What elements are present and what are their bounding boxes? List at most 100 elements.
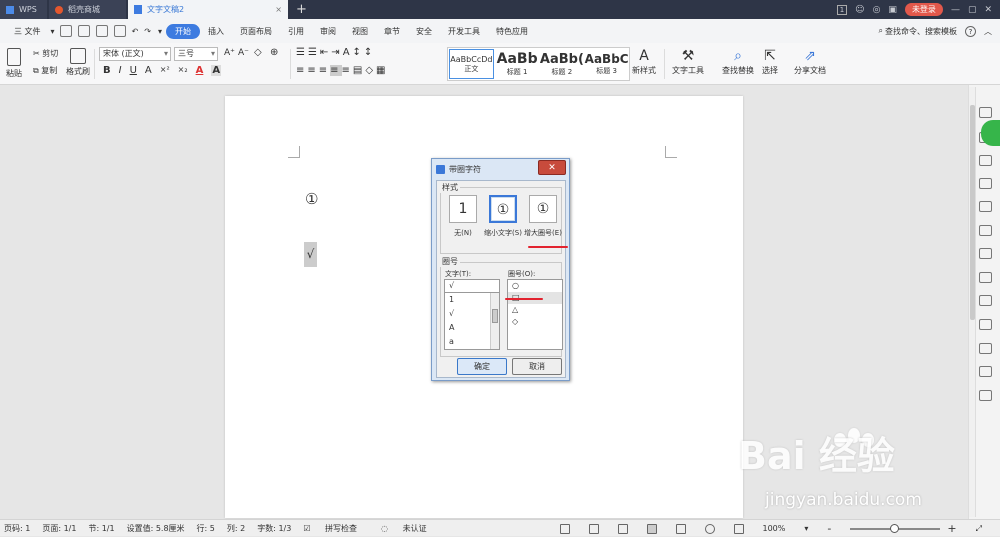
backup-icon[interactable] (979, 390, 992, 401)
underline-button[interactable]: U (130, 65, 137, 76)
chevron-down-icon[interactable]: ▾ (49, 27, 57, 36)
list-item[interactable]: △ (508, 304, 562, 316)
image-icon[interactable] (979, 319, 992, 330)
font-size-select[interactable]: 三号 (174, 47, 218, 61)
certification-status[interactable]: ◌ 未认证 (381, 523, 439, 534)
superscript-button[interactable]: ×² (160, 65, 170, 76)
menu-home[interactable]: 开始 (165, 23, 200, 39)
ok-button[interactable]: 确定 (457, 358, 507, 375)
list-buttons-icon[interactable]: ☰☰⇤⇥A↕↕ (296, 47, 375, 58)
phonetic-icon[interactable]: ⊕ (270, 47, 278, 58)
pen-icon[interactable] (979, 107, 992, 118)
search-icon[interactable]: ⌕ (879, 26, 883, 36)
star-icon[interactable] (979, 225, 992, 236)
menu-view[interactable]: 视图 (344, 26, 376, 37)
tools-icon[interactable] (979, 295, 992, 306)
strikethrough-button[interactable]: A (145, 65, 152, 76)
paste-button[interactable]: 粘贴 (6, 48, 22, 79)
tab-docer-store[interactable]: 稻壳商城 (49, 0, 126, 19)
style-shrink-text-option[interactable]: ① (489, 195, 517, 223)
status-page-number[interactable]: 页码: 1 (4, 523, 30, 534)
grow-font-icon[interactable]: A⁺ (224, 48, 235, 58)
share-icon[interactable] (979, 248, 992, 259)
format-painter-button[interactable]: 格式刷 (66, 48, 90, 77)
assistant-icon[interactable] (981, 120, 1000, 146)
translate-icon[interactable] (979, 272, 992, 283)
list-item[interactable]: ○ (508, 280, 562, 292)
menu-references[interactable]: 引用 (280, 26, 312, 37)
share-button[interactable]: ⇗ 分享文档 (794, 48, 826, 76)
style-enlarge-circle-option[interactable]: ① (529, 195, 557, 223)
tab-document[interactable]: 文字文稿2 × (128, 0, 288, 19)
status-pages[interactable]: 页面: 1/1 (42, 523, 76, 534)
command-search[interactable]: 查找命令、搜索模板 (885, 26, 957, 37)
style-normal[interactable]: AaBbCcDd 正文 (449, 49, 494, 79)
text-list[interactable]: 1 √ A a (444, 292, 500, 350)
style-enlarge-label[interactable]: 增大圈号(E) (523, 229, 563, 238)
bold-button[interactable]: B (103, 65, 111, 76)
file-menu[interactable]: 三 文件 (6, 26, 49, 37)
style-heading-3[interactable]: AaBbC 标题 3 (584, 48, 629, 80)
style-none-option[interactable]: 1 (449, 195, 477, 223)
zoom-dropdown-icon[interactable]: ▾ (804, 524, 808, 533)
reading-mode-icon[interactable] (588, 523, 599, 534)
status-position[interactable]: 设置值: 5.8厘米 (127, 523, 185, 534)
redo-icon[interactable]: ↷ (141, 27, 154, 36)
style-heading-2[interactable]: AaBb(标题 2 (540, 48, 585, 80)
status-section[interactable]: 节: 1/1 (88, 523, 114, 534)
style-none-label[interactable]: 无(N) (443, 229, 483, 238)
write-mode-icon[interactable] (733, 523, 744, 534)
login-button[interactable]: 未登录 (904, 3, 943, 16)
close-icon[interactable]: ✕ (984, 5, 992, 15)
find-replace-button[interactable]: ⌕ 查找替换 (722, 48, 754, 76)
history-icon[interactable] (979, 366, 992, 377)
style-shrink-label[interactable]: 缩小文字(S) (483, 229, 523, 238)
list-scroll-thumb[interactable] (492, 309, 498, 323)
subscript-button[interactable]: ×₂ (178, 65, 188, 76)
clear-format-icon[interactable]: ◇ (254, 47, 262, 58)
zoom-in-button[interactable]: + (947, 522, 956, 535)
shirt-icon[interactable]: ▣ (888, 5, 897, 15)
italic-button[interactable]: I (119, 65, 122, 76)
spell-check-toggle[interactable]: ☑ 拼写检查 (303, 523, 369, 534)
protect-eye-icon[interactable] (617, 523, 628, 534)
page-view-icon[interactable] (646, 523, 657, 534)
web-view-icon[interactable] (704, 523, 715, 534)
print-preview-icon[interactable] (77, 25, 90, 37)
scrollbar[interactable] (969, 87, 976, 517)
fit-page-icon[interactable]: ⤢ (976, 524, 982, 534)
text-input-value[interactable]: √ (445, 280, 499, 292)
menu-features[interactable]: 特色应用 (488, 26, 536, 37)
adjust-icon[interactable] (979, 178, 992, 189)
status-line[interactable]: 行: 5 (197, 523, 215, 534)
style-heading-1[interactable]: AaBb 标题 1 (495, 48, 540, 80)
select-button[interactable]: ⇱ 选择 (762, 48, 778, 76)
more-icon[interactable]: ▾ (154, 27, 166, 36)
close-tab-icon[interactable]: × (275, 5, 282, 14)
list-scrollbar[interactable] (490, 293, 499, 349)
download-icon[interactable] (979, 343, 992, 354)
settings-icon[interactable]: ◎ (873, 5, 881, 15)
shapes-icon[interactable] (979, 155, 992, 166)
zoom-out-button[interactable]: - (827, 522, 831, 535)
new-tab-button[interactable]: + (296, 2, 307, 17)
status-word-count[interactable]: 字数: 1/3 (257, 523, 291, 534)
menu-developer[interactable]: 开发工具 (440, 26, 488, 37)
focus-mode-icon[interactable] (559, 523, 570, 534)
highlight-button[interactable]: A (211, 65, 222, 76)
save-icon[interactable] (59, 25, 72, 37)
shrink-font-icon[interactable]: A⁻ (238, 48, 249, 58)
copy-button[interactable]: ⧉ 复制 (33, 65, 57, 76)
font-name-select[interactable]: 宋体 (正文) (99, 47, 171, 61)
font-color-button[interactable]: A (196, 65, 204, 76)
menu-insert[interactable]: 插入 (200, 26, 232, 37)
new-style-button[interactable]: A 新样式 (632, 48, 656, 76)
menu-review[interactable]: 审阅 (312, 26, 344, 37)
help-icon[interactable]: ? (965, 25, 976, 37)
zoom-slider[interactable] (850, 523, 941, 533)
cancel-button[interactable]: 取消 (512, 358, 562, 375)
scroll-thumb[interactable] (970, 105, 975, 320)
undo-icon[interactable]: ↶ (129, 27, 142, 36)
status-column[interactable]: 列: 2 (227, 523, 245, 534)
maximize-icon[interactable]: ▢ (968, 5, 977, 15)
